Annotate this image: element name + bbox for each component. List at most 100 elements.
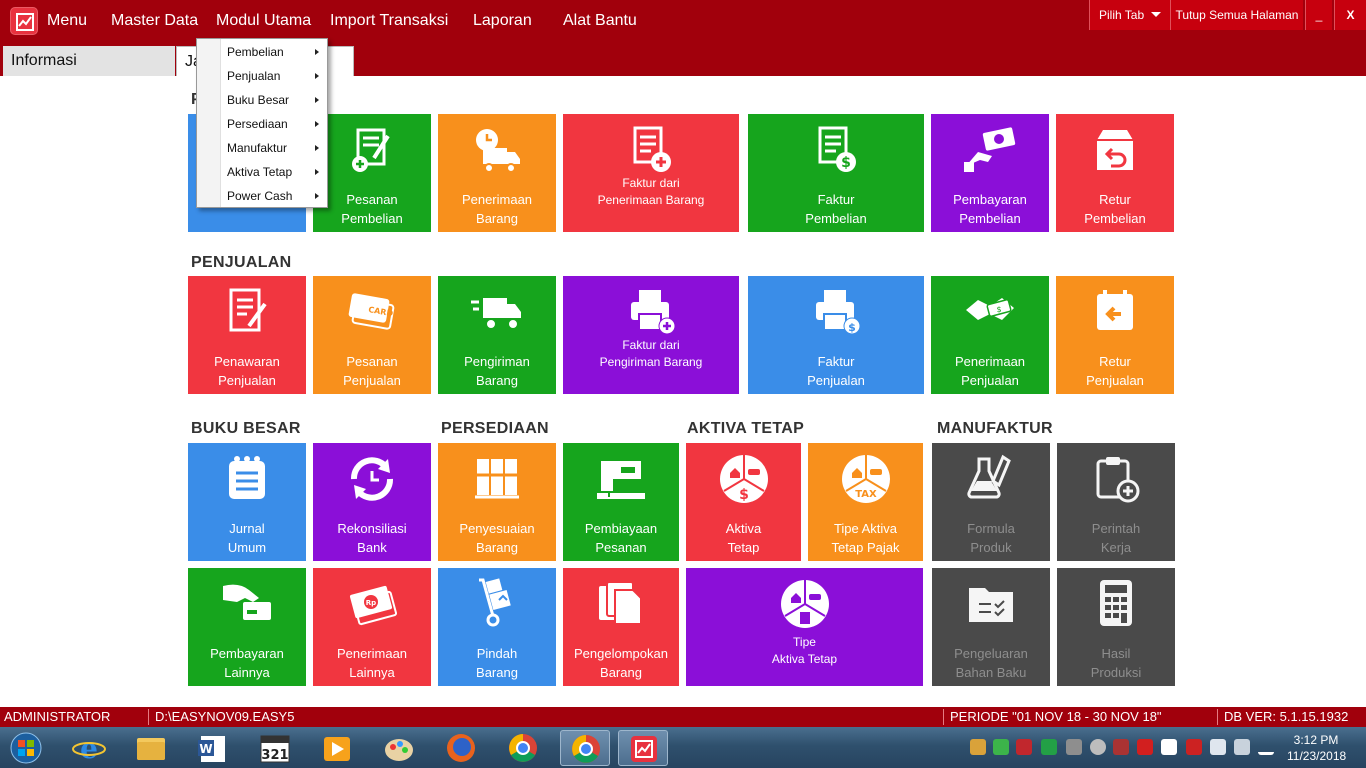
tile-tipe-aktiva-tetap[interactable]: Tipe Aktiva Tetap (686, 568, 923, 686)
tile-penerimaan-barang[interactable]: Penerimaan Barang (438, 114, 556, 232)
dropdown-item-penjualan[interactable]: Penjualan (197, 65, 327, 87)
tile-pembayaran-pembelian[interactable]: Pembayaran Pembelian (931, 114, 1049, 232)
app-window: Menu Master Data Modul Utama Import Tran… (0, 0, 1366, 768)
svg-text:$: $ (739, 487, 749, 503)
tile-label: Retur Pembelian (1084, 192, 1146, 226)
tile-label: Penerimaan Penjualan (954, 354, 1026, 388)
tile-pesanan-penjualan[interactable]: CARD Pesanan Penjualan (313, 276, 431, 394)
tile-faktur-pembelian[interactable]: $ Faktur Pembelian (748, 114, 924, 232)
tray-network-tool-icon[interactable] (1113, 739, 1129, 755)
internet-explorer-icon[interactable]: e (64, 730, 114, 766)
tile-label: Pesanan Pembelian (341, 192, 403, 226)
tile-label: Faktur dari Pengiriman Barang (599, 338, 703, 369)
file-explorer-icon[interactable] (126, 730, 176, 766)
svg-text:321: 321 (261, 748, 288, 763)
tile-penyesuaian-barang[interactable]: Penyesuaian Barang (438, 443, 556, 561)
tile-hasil-produksi[interactable]: Hasil Produksi (1057, 568, 1175, 686)
tile-faktur-penjualan[interactable]: $ Faktur Penjualan (748, 276, 924, 394)
menu-modul-utama[interactable]: Modul Utama (216, 10, 311, 32)
status-db-version: DB VER: 5.1.15.1932 (1224, 709, 1349, 724)
tile-pesanan-pembelian[interactable]: Pesanan Pembelian (313, 114, 431, 232)
modul-utama-dropdown: Pembelian Penjualan Buku Besar Persediaa… (196, 38, 328, 208)
tray-security-icon[interactable] (993, 739, 1009, 755)
tile-label: Pembayaran Lainnya (210, 646, 284, 680)
svg-text:Rp: Rp (366, 599, 376, 607)
menu-laporan[interactable]: Laporan (473, 10, 532, 32)
app-logo-icon[interactable] (10, 7, 38, 35)
status-periode: PERIODE "01 NOV 18 - 30 NOV 18" (950, 709, 1162, 724)
menu-menu[interactable]: Menu (47, 10, 87, 32)
tile-pindah-barang[interactable]: Pindah Barang (438, 568, 556, 686)
svg-text:W: W (199, 742, 212, 756)
dropdown-item-manufaktur[interactable]: Manufaktur (197, 137, 327, 159)
pilih-tab-button[interactable]: Pilih Tab (1089, 0, 1170, 30)
tile-penerimaan-lainnya[interactable]: Rp Penerimaan Lainnya (313, 568, 431, 686)
minimize-button[interactable]: _ (1305, 0, 1332, 30)
network-signal-icon[interactable] (1258, 739, 1274, 755)
menu-alat-bantu[interactable]: Alat Bantu (563, 10, 637, 32)
tile-rekonsiliasi-bank[interactable]: Rekonsiliasi Bank (313, 443, 431, 561)
chrome-window-icon[interactable] (560, 730, 610, 766)
tile-penawaran-penjualan[interactable]: Penawaran Penjualan (188, 276, 306, 394)
tile-pembayaran-lainnya[interactable]: Pembayaran Lainnya (188, 568, 306, 686)
paint-icon[interactable] (374, 730, 424, 766)
dropdown-item-aktiva-tetap[interactable]: Aktiva Tetap (197, 161, 327, 183)
tile-label: Faktur Pembelian (805, 192, 867, 226)
tray-circle-icon[interactable] (1090, 739, 1106, 755)
tray-scissors-icon[interactable] (1066, 739, 1082, 755)
tile-penerimaan-penjualan[interactable]: $ Penerimaan Penjualan (931, 276, 1049, 394)
firefox-icon[interactable] (436, 730, 486, 766)
submenu-arrow-icon (315, 169, 319, 175)
dropdown-item-power-cash[interactable]: Power Cash (197, 185, 327, 207)
dropdown-item-pembelian[interactable]: Pembelian (197, 41, 327, 63)
dropdown-item-persediaan[interactable]: Persediaan (197, 113, 327, 135)
power-icon[interactable] (1234, 739, 1250, 755)
section-aktiva-tetap: AKTIVA TETAP (687, 420, 805, 437)
tile-pembiayaan-pesanan[interactable]: Pembiayaan Pesanan (563, 443, 679, 561)
volume-icon[interactable] (1210, 739, 1226, 755)
pilih-tab-label: Pilih Tab (1099, 8, 1145, 22)
tray-tools-icon[interactable] (1016, 739, 1032, 755)
tile-formula-produk[interactable]: Formula Produk (932, 443, 1050, 561)
tile-faktur-dari-penerimaan-barang[interactable]: Faktur dari Penerimaan Barang (563, 114, 739, 232)
tile-pengelompokan-barang[interactable]: Pengelompokan Barang (563, 568, 679, 686)
svg-text:$: $ (841, 155, 851, 171)
tile-label: Tipe Aktiva Tetap (771, 635, 838, 666)
media-player-icon[interactable] (312, 730, 362, 766)
tile-pengiriman-barang[interactable]: Pengiriman Barang (438, 276, 556, 394)
easy-accounting-icon[interactable] (618, 730, 668, 766)
submenu-arrow-icon (315, 121, 319, 127)
tile-label: Penerimaan Lainnya (336, 646, 408, 680)
start-orb-icon[interactable] (4, 730, 48, 766)
status-user: ADMINISTRATOR (4, 709, 111, 724)
chrome-icon[interactable] (498, 730, 548, 766)
tile-faktur-dari-pengiriman-barang[interactable]: Faktur dari Pengiriman Barang (563, 276, 739, 394)
tutup-semua-halaman-button[interactable]: Tutup Semua Halaman (1170, 0, 1303, 30)
menu-master-data[interactable]: Master Data (111, 10, 198, 32)
tile-retur-penjualan[interactable]: Retur Penjualan (1056, 276, 1174, 394)
taskbar-clock[interactable]: 3:12 PM 11/23/2018 (1287, 732, 1346, 764)
calendar-app-icon[interactable]: 321 (250, 730, 300, 766)
word-icon[interactable]: W (188, 730, 238, 766)
tile-label: Penyesuaian Barang (459, 521, 535, 555)
menu-import-transaksi[interactable]: Import Transaksi (330, 10, 448, 32)
tile-perintah-kerja[interactable]: Perintah Kerja (1057, 443, 1175, 561)
tray-flag-icon[interactable] (1186, 739, 1202, 755)
windows-taskbar: e W 321 3:12 PM 11/23/2018 (0, 727, 1366, 768)
submenu-arrow-icon (315, 97, 319, 103)
tile-jurnal-umum[interactable]: Jurnal Umum (188, 443, 306, 561)
dropdown-item-buku-besar[interactable]: Buku Besar (197, 89, 327, 111)
close-button[interactable]: X (1334, 0, 1366, 30)
tile-retur-pembelian[interactable]: Retur Pembelian (1056, 114, 1174, 232)
tray-adobe-icon[interactable] (1137, 739, 1153, 755)
submenu-arrow-icon (315, 193, 319, 199)
tray-triangle-icon[interactable] (1041, 739, 1057, 755)
tile-aktiva-tetap[interactable]: $ Aktiva Tetap (686, 443, 801, 561)
tray-app-icon[interactable] (970, 739, 986, 755)
tile-pengeluaran-bahan-baku[interactable]: Pengeluaran Bahan Baku (932, 568, 1050, 686)
tile-tipe-aktiva-tetap-pajak[interactable]: TAX Tipe Aktiva Tetap Pajak (808, 443, 923, 561)
tile-label: Perintah Kerja (1091, 521, 1141, 555)
tray-document-icon[interactable] (1161, 739, 1177, 755)
tile-label: Hasil Produksi (1090, 646, 1142, 680)
tab-informasi[interactable]: Informasi (3, 46, 175, 76)
